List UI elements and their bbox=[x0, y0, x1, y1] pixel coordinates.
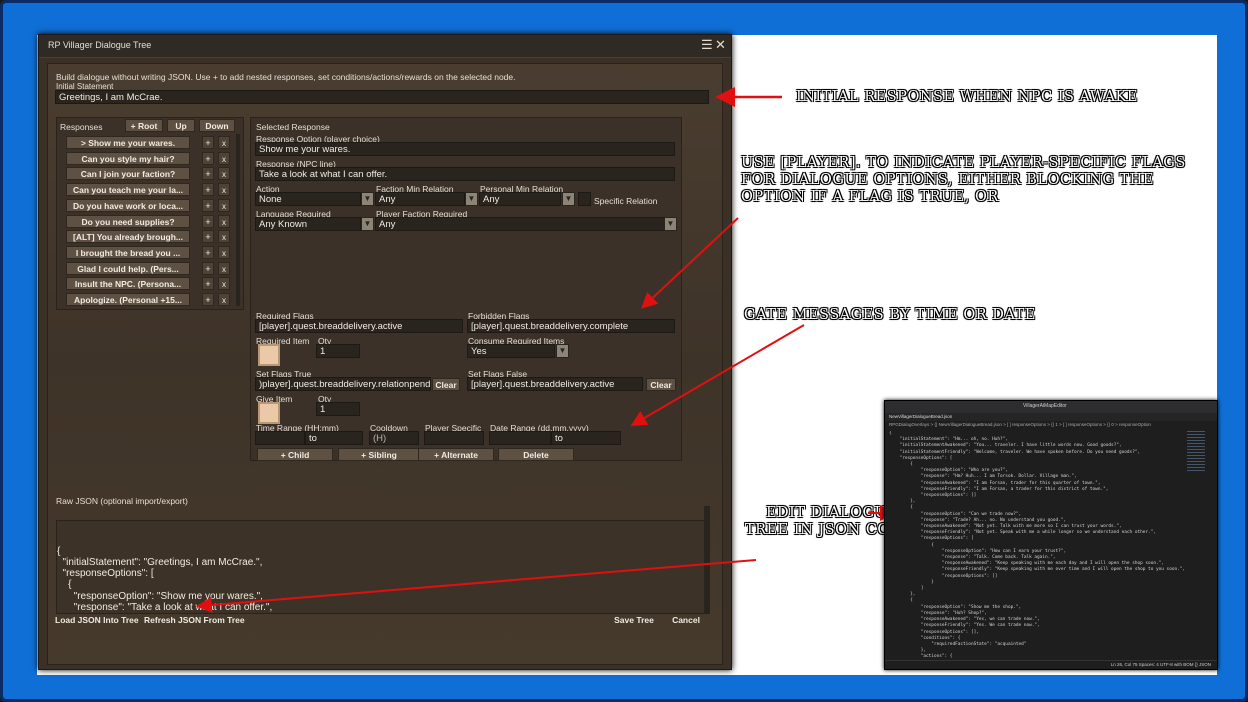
arrow-gate bbox=[630, 324, 805, 427]
editor-title: VillagerAiMapEditor bbox=[1023, 403, 1067, 409]
code-line: "responseFriendly": "Keep speaking with … bbox=[889, 567, 1186, 573]
editor-minimap bbox=[1187, 431, 1205, 471]
code-line: "actions": { bbox=[889, 654, 953, 659]
arrow-flags bbox=[641, 217, 739, 309]
code-editor-window: VillagerAiMapEditor NewVillagerDialogueB… bbox=[884, 400, 1218, 670]
editor-tab[interactable]: NewVillagerDialogueBread.json bbox=[885, 413, 1217, 421]
editor-breadcrumb: RPGDialogOverlays > {} NewVillagerDialog… bbox=[885, 421, 1217, 429]
editor-code[interactable]: { "initialStatement": "Hm... oh, no. Huh… bbox=[889, 431, 1189, 659]
editor-status-text: Ln 26, Col 75 Spaces: 4 UTF-8 with BOM {… bbox=[1110, 662, 1211, 667]
editor-statusbar: Ln 26, Col 75 Spaces: 4 UTF-8 with BOM {… bbox=[885, 660, 1217, 669]
editor-tab-label: NewVillagerDialogueBread.json bbox=[889, 414, 953, 419]
arrow-json bbox=[196, 559, 757, 613]
editor-titlebar: VillagerAiMapEditor bbox=[885, 401, 1217, 413]
editor-breadcrumb-text: RPGDialogOverlays > {} NewVillagerDialog… bbox=[889, 422, 1151, 427]
